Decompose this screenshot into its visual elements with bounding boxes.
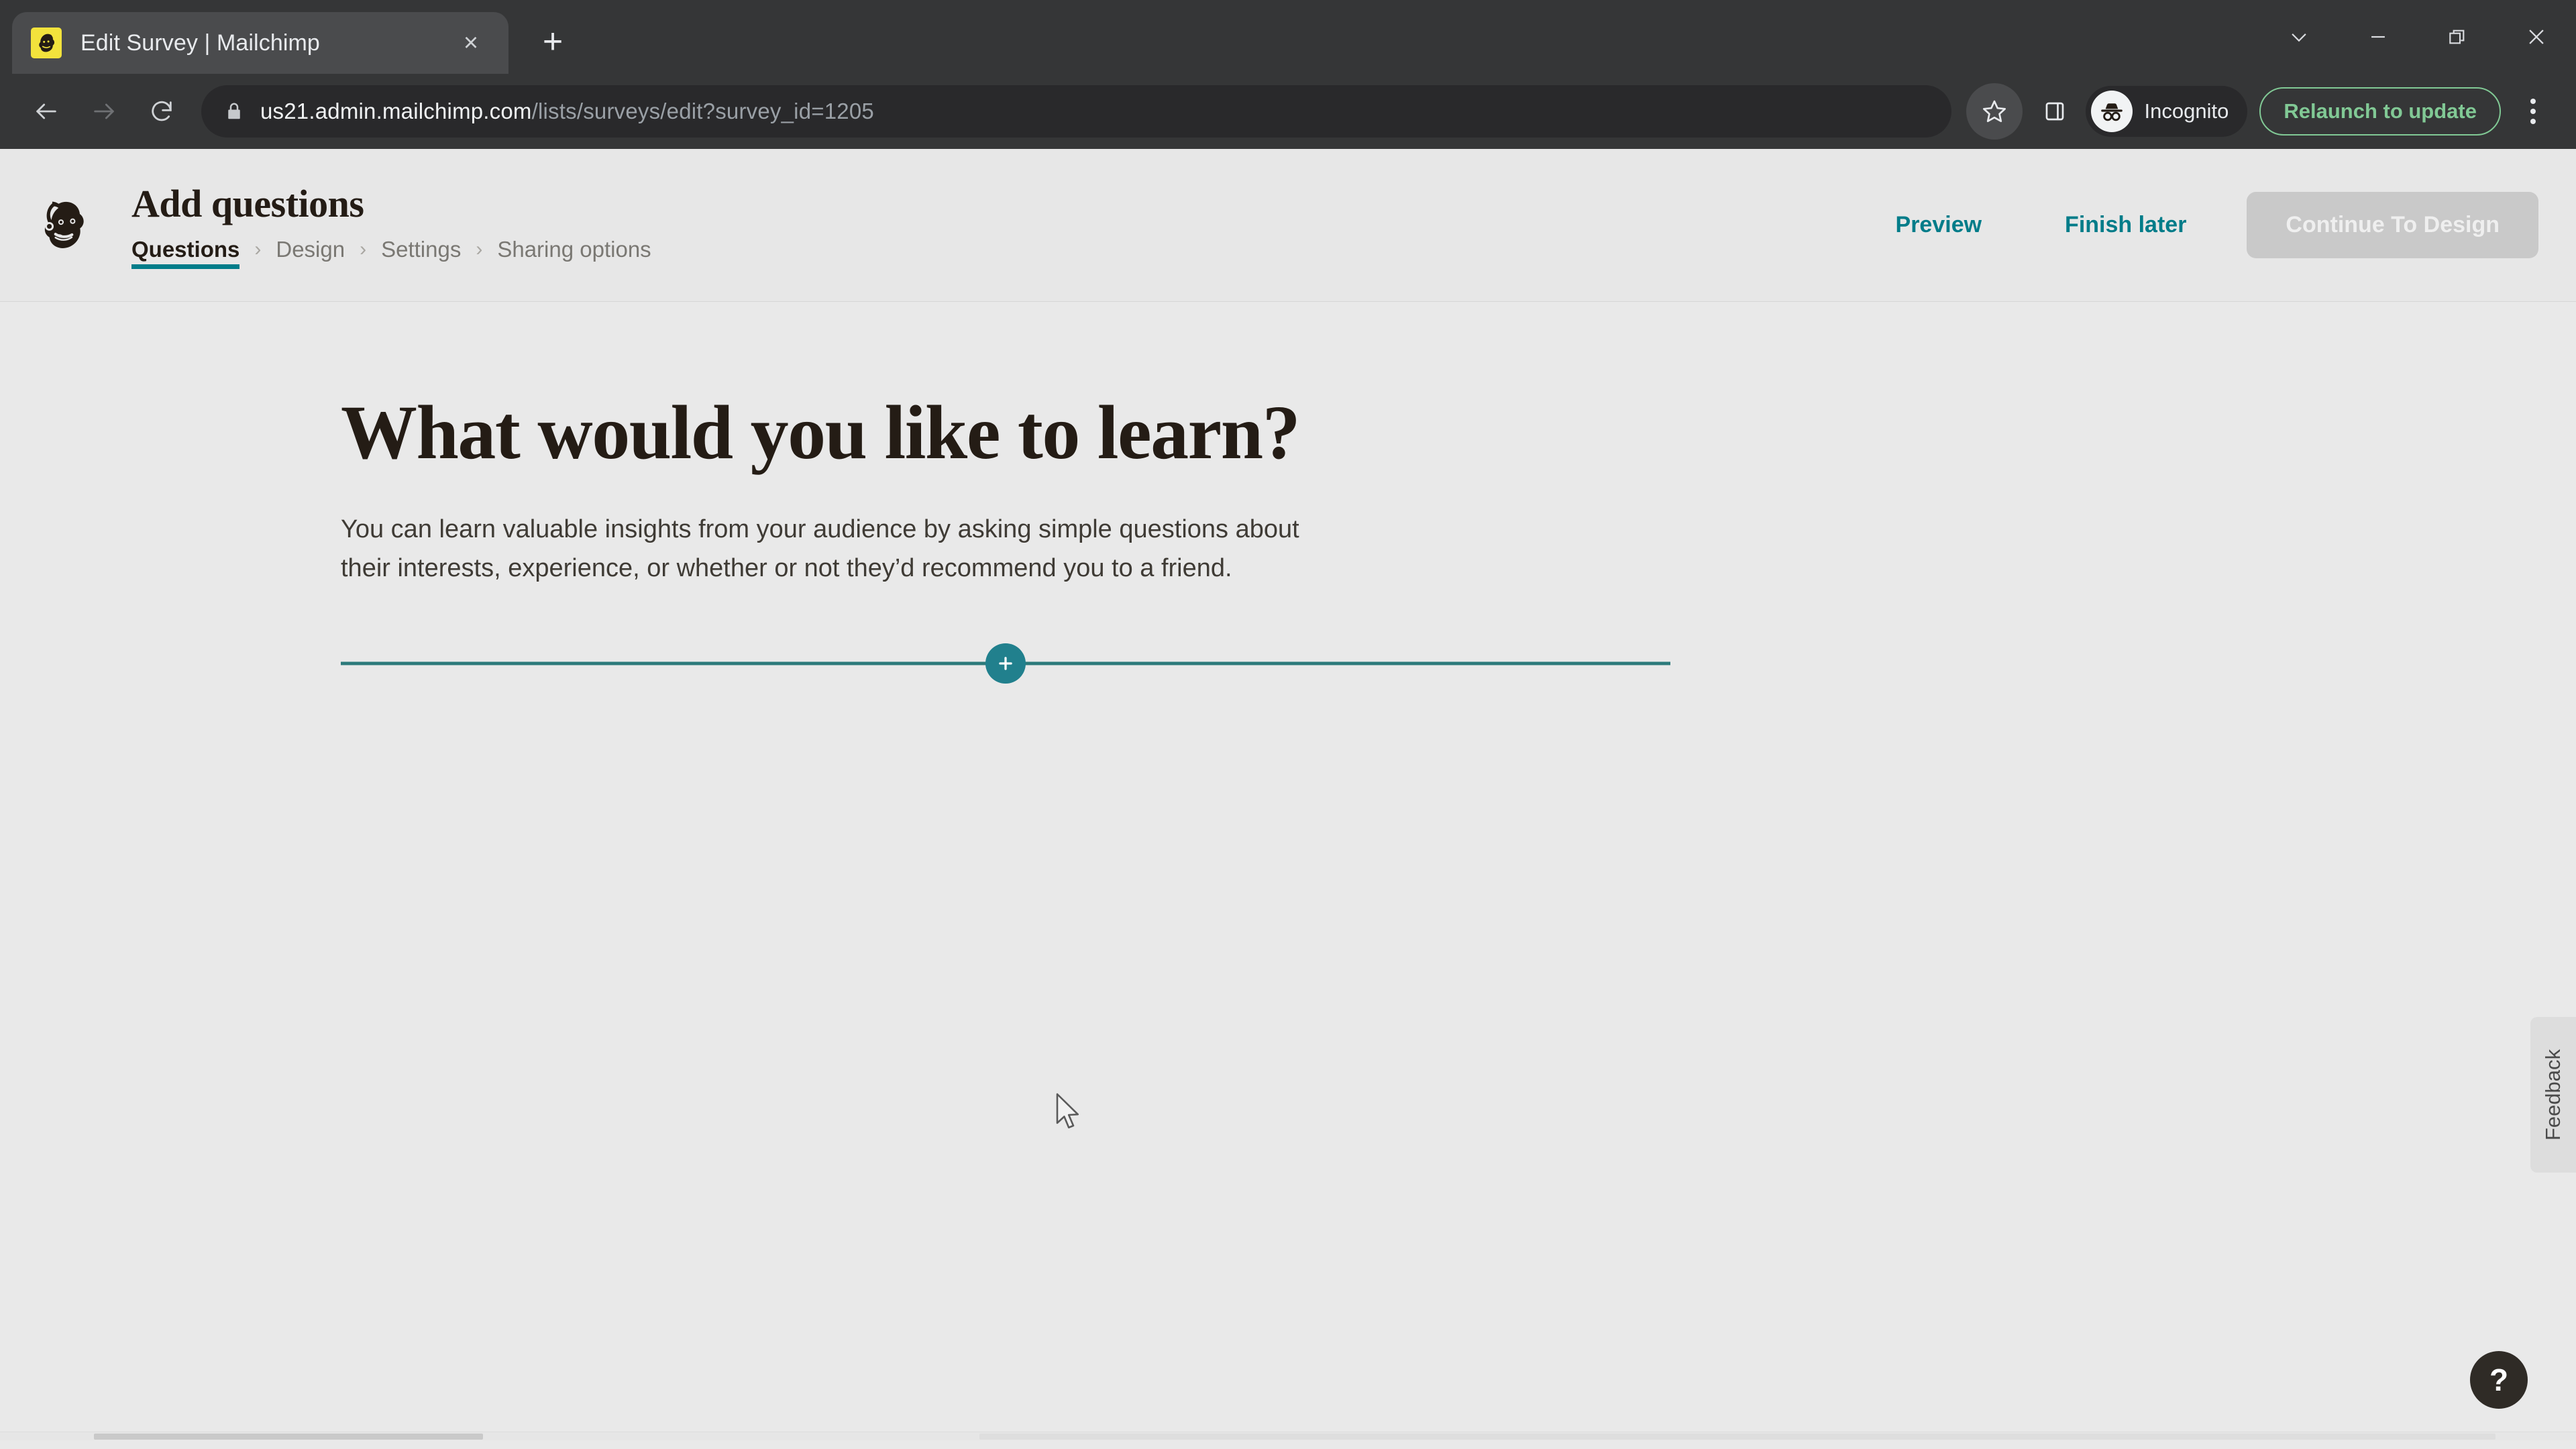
breadcrumb: Questions › Design › Settings › Sharing … (131, 237, 651, 269)
app-header-actions: Preview Finish later Continue To Design (1854, 192, 2538, 258)
back-arrow-icon[interactable] (17, 83, 75, 140)
taskbar-sliver (0, 1432, 2576, 1440)
taskbar-segment (94, 1434, 483, 1440)
address-bar[interactable]: us21.admin.mailchimp.com/lists/surveys/e… (201, 85, 1951, 138)
page-viewport: Add questions Questions › Design › Setti… (0, 149, 2576, 1440)
url-host: us21.admin.mailchimp.com (260, 99, 532, 123)
add-question-button[interactable] (985, 643, 1026, 684)
breadcrumb-item-questions[interactable]: Questions (131, 237, 240, 269)
continue-to-design-button[interactable]: Continue To Design (2247, 192, 2538, 258)
finish-later-link[interactable]: Finish later (2023, 212, 2228, 238)
feedback-label: Feedback (2541, 1049, 2565, 1141)
main-heading: What would you like to learn? (341, 390, 1301, 475)
taskbar-segment (979, 1434, 2496, 1440)
mouse-cursor (1055, 1092, 1084, 1136)
relaunch-to-update-button[interactable]: Relaunch to update (2259, 87, 2501, 136)
browser-toolbar: us21.admin.mailchimp.com/lists/surveys/e… (0, 74, 2576, 149)
forward-arrow-icon[interactable] (75, 83, 133, 140)
close-icon[interactable] (2497, 0, 2576, 74)
incognito-avatar-icon (2090, 91, 2133, 132)
url-path: /lists/surveys/edit?survey_id=1205 (531, 99, 874, 123)
main-content: What would you like to learn? You can le… (0, 302, 2576, 1440)
feedback-tab[interactable]: Feedback (2530, 1017, 2576, 1173)
breadcrumb-item-settings[interactable]: Settings (381, 237, 461, 269)
tab-close-icon[interactable]: × (452, 24, 490, 62)
new-tab-button[interactable]: + (525, 13, 581, 70)
preview-link[interactable]: Preview (1854, 212, 2024, 238)
survey-intro: What would you like to learn? You can le… (0, 302, 1670, 690)
tab-title: Edit Survey | Mailchimp (80, 30, 320, 56)
breadcrumb-item-design[interactable]: Design (276, 237, 345, 269)
tab-search-chevron-down-icon[interactable] (2259, 0, 2339, 74)
profile-label: Incognito (2144, 99, 2229, 123)
page-title: Add questions (131, 182, 364, 225)
tab-strip: Edit Survey | Mailchimp × + (0, 0, 2576, 74)
app-header: Add questions Questions › Design › Setti… (0, 149, 2576, 302)
url-text: us21.admin.mailchimp.com/lists/surveys/e… (260, 99, 874, 124)
lock-icon (224, 101, 244, 121)
help-button[interactable]: ? (2470, 1351, 2528, 1409)
minimize-icon[interactable] (2339, 0, 2418, 74)
mailchimp-freddie-logo-icon (31, 186, 109, 264)
reload-icon[interactable] (133, 83, 191, 140)
bookmark-star-icon[interactable] (1966, 83, 2023, 140)
restore-icon[interactable] (2418, 0, 2497, 74)
mailchimp-favicon-icon (31, 28, 62, 58)
profile-incognito-button[interactable]: Incognito (2085, 86, 2248, 137)
main-description: You can learn valuable insights from you… (341, 515, 1299, 583)
side-panel-icon[interactable] (2028, 85, 2082, 138)
breadcrumb-item-sharing-options[interactable]: Sharing options (497, 237, 651, 269)
browser-window: Edit Survey | Mailchimp × + us21.admin.m… (0, 0, 2576, 1449)
browser-menu-icon[interactable] (2508, 83, 2559, 140)
add-question-divider (341, 637, 1670, 690)
breadcrumb-separator: › (254, 238, 262, 260)
breadcrumb-separator: › (360, 238, 367, 260)
app-header-left: Add questions Questions › Design › Setti… (131, 181, 651, 269)
breadcrumb-separator: › (476, 238, 483, 260)
window-controls (2259, 0, 2576, 74)
browser-tab[interactable]: Edit Survey | Mailchimp × (12, 12, 508, 74)
